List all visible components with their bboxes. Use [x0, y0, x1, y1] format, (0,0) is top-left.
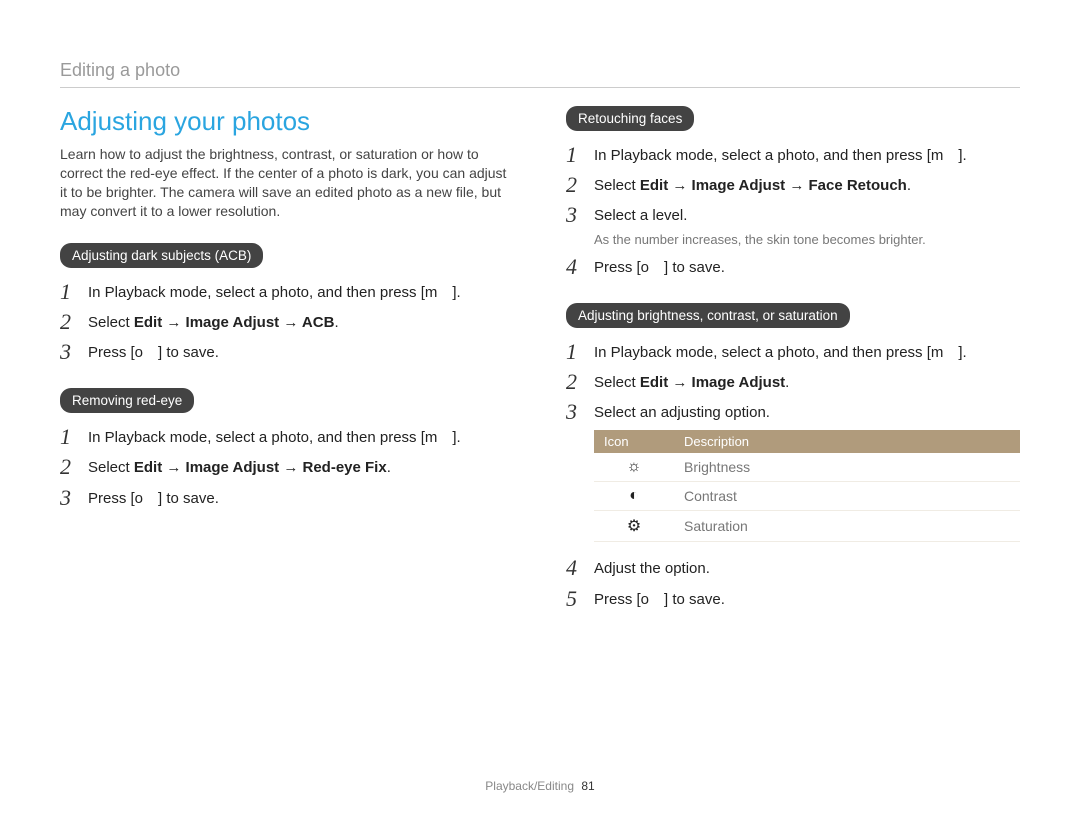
page-footer: Playback/Editing 81: [0, 779, 1080, 793]
step-text: Press [o ] to save.: [88, 340, 219, 364]
step: 2 Select Edit → Image Adjust.: [566, 370, 1020, 394]
step: 3 Press [o ] to save.: [60, 340, 514, 364]
step-number: 1: [60, 280, 78, 304]
icon-description: Contrast: [674, 482, 1020, 511]
step: 4 Adjust the option.: [566, 556, 1020, 580]
footer-label: Playback/Editing: [485, 779, 574, 793]
step: 3 Select an adjusting option.: [566, 400, 1020, 424]
icon-description: Brightness: [674, 453, 1020, 482]
step-text-part: Select: [594, 374, 640, 391]
saturation-icon: ⚙: [594, 511, 674, 542]
acb-heading: Adjusting dark subjects (ACB): [60, 243, 263, 268]
step-text: In Playback mode, select a photo, and th…: [88, 425, 461, 449]
redeye-steps: 1 In Playback mode, select a photo, and …: [60, 425, 514, 510]
step-text: Select Edit → Image Adjust → Face Retouc…: [594, 173, 911, 197]
brightness-icon: ☼: [594, 453, 674, 482]
table-row: ⚙ Saturation: [594, 511, 1020, 542]
icon-description: Saturation: [674, 511, 1020, 542]
step-number: 1: [60, 425, 78, 449]
step-text-part: Select: [88, 314, 134, 331]
step-number: 3: [60, 340, 78, 364]
step-text: Press [o ] to save.: [594, 587, 725, 611]
step-number: 3: [566, 203, 584, 227]
table-row: ☼ Brightness: [594, 453, 1020, 482]
contrast-icon: ◐: [594, 482, 674, 511]
step-text: Select Edit → Image Adjust.: [594, 370, 789, 394]
step-text: In Playback mode, select a photo, and th…: [88, 280, 461, 304]
step-number: 3: [566, 400, 584, 424]
step: 1 In Playback mode, select a photo, and …: [566, 340, 1020, 364]
step-text-part: .: [785, 374, 789, 391]
step-text: In Playback mode, select a photo, and th…: [594, 143, 967, 167]
step: 3 Press [o ] to save.: [60, 486, 514, 510]
step-text-bold: Edit → Image Adjust: [640, 374, 785, 391]
redeye-heading: Removing red-eye: [60, 388, 194, 413]
page-title: Adjusting your photos: [60, 106, 514, 137]
step-text-bold: Edit → Image Adjust → ACB: [134, 314, 335, 331]
step: 2 Select Edit → Image Adjust → ACB.: [60, 310, 514, 334]
step-number: 4: [566, 556, 584, 580]
step-number: 4: [566, 255, 584, 279]
step-text: Select Edit → Image Adjust → ACB.: [88, 310, 339, 334]
step-text: Adjust the option.: [594, 556, 710, 580]
page-number: 81: [581, 779, 594, 793]
step-text: In Playback mode, select a photo, and th…: [594, 340, 967, 364]
step-text-bold: Edit → Image Adjust → Face Retouch: [640, 177, 907, 194]
step: 5 Press [o ] to save.: [566, 587, 1020, 611]
step-number: 2: [60, 310, 78, 334]
step-text-part: Select: [88, 459, 134, 476]
bcs-steps: 1 In Playback mode, select a photo, and …: [566, 340, 1020, 611]
section-header: Editing a photo: [60, 60, 1020, 88]
step-text: Press [o ] to save.: [594, 255, 725, 279]
step-number: 2: [60, 455, 78, 479]
step-text-part: .: [907, 177, 911, 194]
left-column: Adjusting your photos Learn how to adjus…: [60, 106, 514, 635]
table-header: Description: [674, 430, 1020, 453]
step-text-part: .: [334, 314, 338, 331]
step: 4 Press [o ] to save.: [566, 255, 1020, 279]
step-text: Press [o ] to save.: [88, 486, 219, 510]
intro-text: Learn how to adjust the brightness, cont…: [60, 145, 514, 221]
icon-table: Icon Description ☼ Brightness ◐ Contrast…: [594, 430, 1020, 542]
step-number: 1: [566, 340, 584, 364]
table-header: Icon: [594, 430, 674, 453]
table-header-row: Icon Description: [594, 430, 1020, 453]
right-column: Retouching faces 1 In Playback mode, sel…: [566, 106, 1020, 635]
bcs-heading: Adjusting brightness, contrast, or satur…: [566, 303, 850, 328]
step: 1 In Playback mode, select a photo, and …: [60, 425, 514, 449]
step-text-bold: Edit → Image Adjust → Red-eye Fix: [134, 459, 387, 476]
step-text: Select an adjusting option.: [594, 400, 770, 424]
step-text-part: .: [387, 459, 391, 476]
retouch-steps: 1 In Playback mode, select a photo, and …: [566, 143, 1020, 279]
step-number: 1: [566, 143, 584, 167]
step: 3 Select a level.: [566, 203, 1020, 227]
acb-steps: 1 In Playback mode, select a photo, and …: [60, 280, 514, 365]
step: 1 In Playback mode, select a photo, and …: [60, 280, 514, 304]
step-number: 2: [566, 173, 584, 197]
step-text: Select a level.: [594, 203, 687, 227]
table-row: ◐ Contrast: [594, 482, 1020, 511]
content-columns: Adjusting your photos Learn how to adjus…: [60, 106, 1020, 635]
step: 2 Select Edit → Image Adjust → Red-eye F…: [60, 455, 514, 479]
step-number: 2: [566, 370, 584, 394]
retouch-note: As the number increases, the skin tone b…: [594, 232, 1020, 247]
step-number: 5: [566, 587, 584, 611]
step: 2 Select Edit → Image Adjust → Face Reto…: [566, 173, 1020, 197]
retouch-heading: Retouching faces: [566, 106, 694, 131]
step: 1 In Playback mode, select a photo, and …: [566, 143, 1020, 167]
step-text: Select Edit → Image Adjust → Red-eye Fix…: [88, 455, 391, 479]
step-number: 3: [60, 486, 78, 510]
step-text-part: Select: [594, 177, 640, 194]
